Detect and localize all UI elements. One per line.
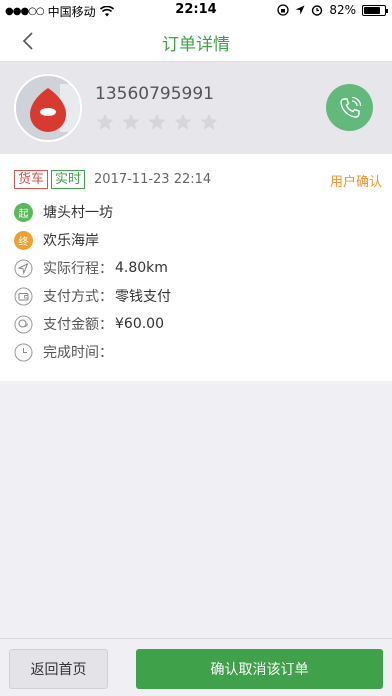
- end-location: 欢乐海岸: [43, 233, 99, 249]
- star-icon: [174, 113, 192, 130]
- confirm-cancel-order-button[interactable]: 确认取消该订单: [136, 649, 383, 689]
- rating-stars: [95, 112, 219, 132]
- page-title: 订单详情: [162, 35, 230, 55]
- payment-method-value: 零钱支付: [115, 289, 171, 305]
- start-location-row: 起 塘头村一坊: [14, 201, 113, 223]
- battery-level: [364, 6, 381, 14]
- coins-icon: [14, 315, 33, 333]
- call-button[interactable]: [326, 84, 373, 131]
- phone-icon: [339, 96, 361, 118]
- payment-method-label: 支付方式：: [43, 289, 113, 305]
- driver-phone: 13560795991: [95, 84, 214, 104]
- start-location: 塘头村一坊: [43, 205, 113, 221]
- alarm-icon: [312, 5, 323, 16]
- finish-time-label: 完成时间：: [43, 345, 113, 361]
- battery-percent: 82%: [329, 3, 356, 17]
- status-bar: ●●●○○ 中国移动 22:14 82%: [0, 0, 392, 20]
- nav-bar: 订单详情: [0, 20, 392, 62]
- end-location-row: 终 欢乐海岸: [14, 229, 99, 251]
- location-arrow-icon: [295, 5, 305, 15]
- driver-card: 13560795991: [0, 62, 392, 154]
- bottom-action-bar: 返回首页 确认取消该订单: [0, 638, 392, 696]
- battery-icon: [362, 4, 388, 16]
- finish-time-row: 完成时间：: [14, 341, 115, 363]
- order-tags: 货车 实时 2017-11-23 22:14: [14, 170, 211, 189]
- payment-amount-value: ¥60.00: [115, 316, 164, 332]
- star-icon: [122, 113, 140, 130]
- avatar[interactable]: [14, 74, 82, 142]
- navigation-arrow-icon: [14, 259, 33, 277]
- order-status: 用户确认: [329, 175, 382, 190]
- order-datetime: 2017-11-23 22:14: [94, 172, 212, 187]
- payment-amount-label: 支付金额：: [43, 317, 113, 333]
- clock-icon: [14, 343, 33, 361]
- avatar-image: [16, 76, 80, 140]
- star-icon: [96, 113, 114, 130]
- payment-method-row: 支付方式： 零钱支付: [14, 285, 171, 307]
- end-icon: 终: [14, 230, 33, 250]
- back-home-button[interactable]: 返回首页: [9, 649, 108, 689]
- distance-value: 4.80km: [115, 260, 168, 276]
- distance-row: 实际行程： 4.80km: [14, 257, 168, 279]
- payment-amount-row: 支付金额： ¥60.00: [14, 313, 164, 335]
- star-icon: [148, 113, 166, 130]
- order-card: 货车 实时 2017-11-23 22:14 用户确认 起 塘头村一坊 终 欢乐…: [0, 154, 392, 381]
- rotation-lock-icon: [277, 4, 289, 16]
- vehicle-type-tag: 货车: [14, 170, 49, 189]
- wallet-icon: [14, 287, 33, 305]
- star-icon: [200, 113, 218, 130]
- start-icon: 起: [14, 202, 33, 222]
- distance-label: 实际行程：: [43, 261, 113, 277]
- order-type-tag: 实时: [51, 170, 86, 189]
